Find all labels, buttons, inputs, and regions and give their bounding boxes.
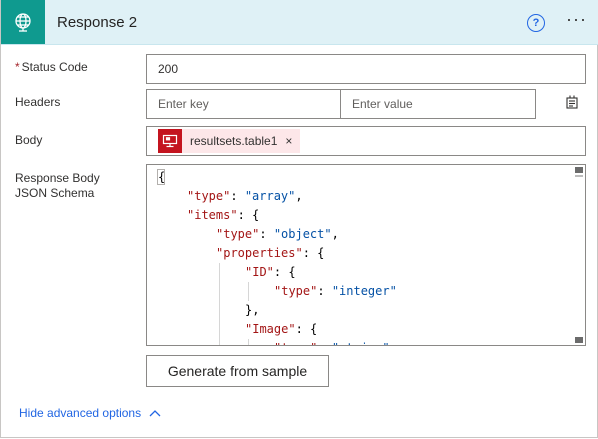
schema-scrollbar[interactable] [573,165,585,345]
json-punct: : { [295,322,318,336]
code-line: "Image": { [158,320,397,339]
code-line: "properties": { [158,244,397,263]
json-key: "type" [216,227,260,241]
more-options-icon[interactable]: ··· [566,9,587,30]
hide-advanced-options-label: Hide advanced options [19,406,142,420]
json-key: "properties" [216,246,303,260]
status-code-label: * Status Code [15,60,88,75]
schema-label: Response Body JSON Schema [15,171,100,200]
header-value-input[interactable]: Enter value [340,89,536,119]
json-key: "Image" [245,322,296,336]
json-punct: : [259,227,274,241]
json-key: "type" [187,189,231,203]
status-code-value: 200 [158,62,179,76]
code-line: "type": "string" [158,339,397,345]
json-key: "items" [187,208,238,222]
json-string: "string" [332,341,390,345]
remove-token-icon[interactable]: × [285,134,292,148]
sql-server-icon [158,129,182,153]
action-header[interactable]: Response 2 ? ··· [1,0,598,45]
schema-code[interactable]: {"type": "array", "items": {"type": "obje… [158,168,397,345]
hide-advanced-options-link[interactable]: Hide advanced options [19,406,161,420]
status-code-label-text: Status Code [21,60,88,74]
header-key-input[interactable]: Enter key [146,89,341,119]
body-label: Body [15,133,43,147]
json-punct: }, [245,303,260,317]
token-label: resultsets.table1 [190,134,278,148]
action-title[interactable]: Response 2 [57,14,137,31]
code-line: "type": "integer" [158,282,397,301]
json-punct: : { [237,208,260,222]
help-icon[interactable]: ? [527,14,545,32]
header-key-placeholder: Enter key [158,97,209,111]
json-string: "array" [244,189,296,203]
json-punct: : { [273,265,296,279]
code-line: "items": { [158,206,397,225]
json-punct: : [317,284,332,298]
response-globe-icon [1,0,45,44]
json-string: "object" [273,227,332,241]
json-key: "type" [274,284,318,298]
json-key: "type" [274,341,317,345]
json-punct: : [230,189,245,203]
code-line: "type": "array", [158,187,397,206]
response-action-card: Response 2 ? ··· * Status Code 200 Header… [0,0,598,438]
schema-editor[interactable]: {"type": "array", "items": {"type": "obje… [146,164,586,346]
scroll-down-arrow-icon[interactable] [575,337,583,343]
text-mode-switch-icon[interactable] [564,94,580,115]
json-punct: { [158,170,166,184]
required-marker: * [15,60,20,74]
json-punct: , [295,189,303,203]
header-value-placeholder: Enter value [352,97,413,111]
json-punct: : { [302,246,325,260]
status-code-input[interactable]: 200 [146,54,586,84]
json-key: "ID" [245,265,274,279]
dynamic-content-token[interactable]: resultsets.table1 × [158,129,300,153]
json-punct: : [317,341,331,345]
headers-label: Headers [15,95,61,109]
code-line: "type": "object", [158,225,397,244]
code-line: { [158,168,397,187]
json-string: "integer" [331,284,397,298]
code-line: "ID": { [158,263,397,282]
scroll-up-arrow-icon[interactable] [575,167,583,173]
json-punct: , [331,227,339,241]
scroll-thumb[interactable] [575,175,583,177]
generate-from-sample-button[interactable]: Generate from sample [146,355,329,387]
chevron-up-icon [149,406,161,420]
code-line: }, [158,301,397,320]
